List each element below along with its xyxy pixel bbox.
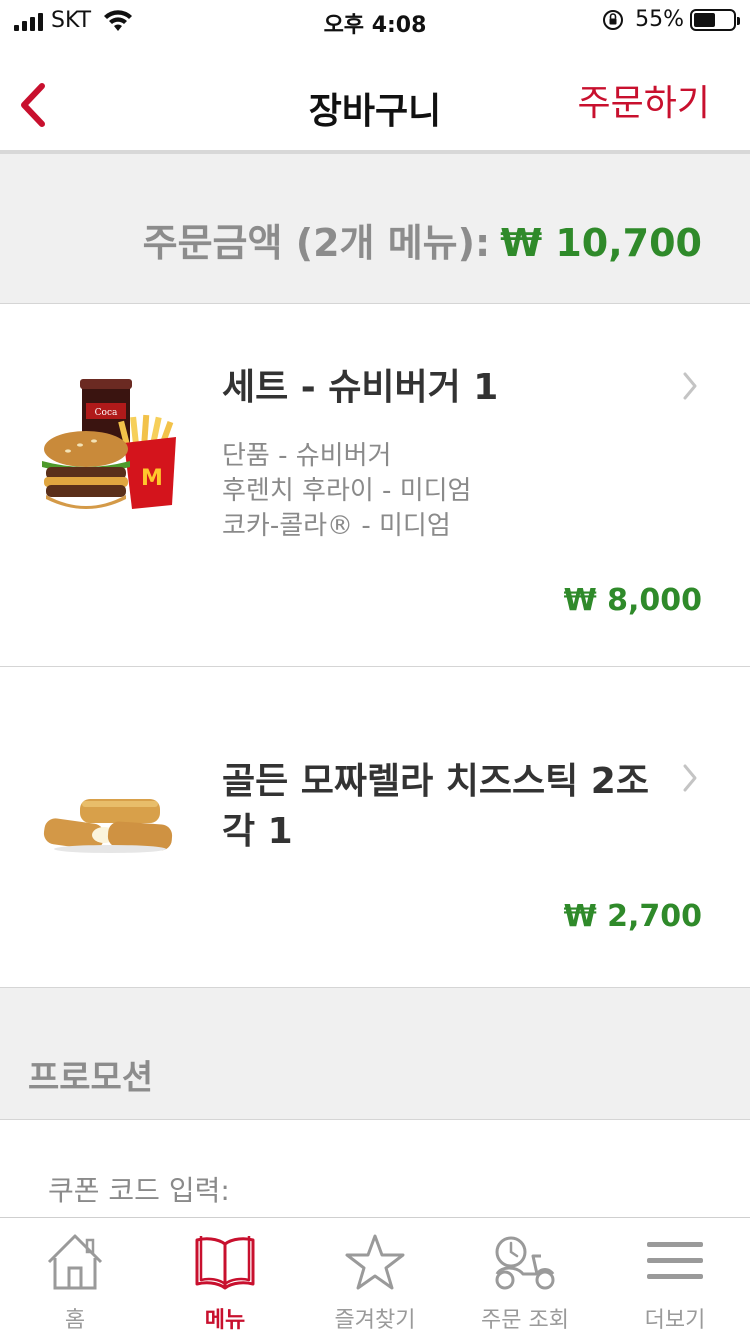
item-details: 단품 - 슈비버거 후렌치 후라이 - 미디엄 코카-콜라® - 미디엄 [222,439,471,544]
tab-label: 더보기 [644,1308,706,1333]
chevron-right-icon[interactable] [682,371,698,401]
svg-text:M: M [141,466,163,491]
order-total-label: 주문금액 (2개 메뉴): [142,221,491,265]
svg-text:Coca: Coca [95,408,118,418]
item-detail-line: 코카-콜라® - 미디엄 [222,511,451,541]
star-icon [345,1234,405,1290]
battery-fill [694,12,715,27]
battery-percent: 55% [635,7,684,32]
order-summary: 주문금액 (2개 메뉴): ₩ 10,700 [0,154,750,304]
battery-icon [690,8,740,31]
item-detail-line: 후렌치 후라이 - 미디엄 [222,476,472,506]
item-name: 골든 모짜렐라 치즈스틱 2조각 1 [222,761,649,852]
coupon-code-row[interactable]: 쿠폰 코드 입력: [0,1121,750,1217]
coupon-code-label[interactable]: 쿠폰 코드 입력: [48,1169,230,1209]
item-name: 세트 - 슈비버거 1 [222,367,499,408]
home-icon [47,1234,103,1290]
orientation-lock-icon [603,9,624,30]
tab-order-status[interactable]: 주문 조회 [450,1218,600,1334]
battery-cap [737,16,740,25]
delivery-scooter-icon [495,1236,555,1290]
tab-home[interactable]: 홈 [0,1218,150,1334]
item-price: ₩ 8,000 [563,583,702,618]
status-bar: SKT 오후 4:08 55% [0,0,750,40]
chevron-right-icon[interactable] [682,763,698,793]
tab-label: 주문 조회 [481,1308,569,1333]
tab-favorites[interactable]: 즐겨찾기 [300,1218,450,1334]
cheese-sticks-image [43,799,173,853]
set-meal-image: Coca M [42,379,176,509]
order-total-value: ₩ 10,700 [500,221,702,265]
bottom-tab-bar: 홈 메뉴 즐겨찾기 주문 조회 더보기 [0,1217,750,1334]
hamburger-menu-icon [647,1242,703,1279]
promotion-section-header: 프로모션 [0,988,750,1120]
item-detail-line: 단품 - 슈비버거 [222,441,392,471]
navigation-bar: 장바구니 주문하기 [0,40,750,150]
tab-menu[interactable]: 메뉴 [150,1218,300,1334]
menu-book-icon [195,1236,255,1290]
item-price: ₩ 2,700 [563,899,702,934]
order-total-row: 주문금액 (2개 메뉴): ₩ 10,700 [143,212,702,267]
tab-more[interactable]: 더보기 [600,1218,750,1334]
tab-label: 홈 [64,1308,86,1333]
promotion-title: 프로모션 [28,1058,154,1098]
tab-label: 메뉴 [204,1308,246,1333]
order-button[interactable]: 주문하기 [578,74,710,126]
status-right: 55% [601,7,740,32]
tab-label: 즐겨찾기 [334,1308,416,1333]
cart-item-set-burger[interactable]: Coca M 세트 - 슈비버거 1 단품 - 슈비버거 후렌치 후라이 - 미… [0,305,750,667]
cart-item-cheese-sticks[interactable]: 골든 모짜렐라 치즈스틱 2조각 1 ₩ 2,700 [0,667,750,988]
